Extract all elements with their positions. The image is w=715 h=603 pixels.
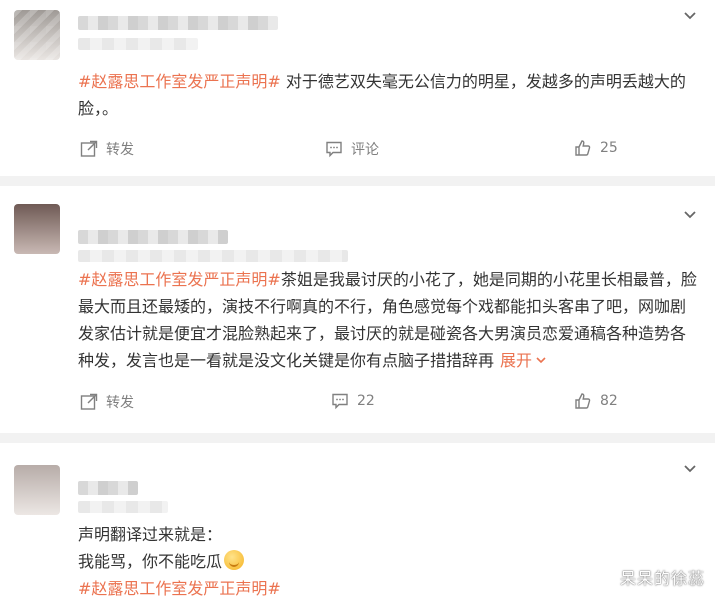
action-bar: 转发 22 82 xyxy=(0,392,715,418)
repost-button[interactable]: 转发 xyxy=(80,392,134,412)
comment-text: #赵露思工作室发严正声明# 对于德艺双失毫无公信力的明星，发越多的声明丢越大的脸… xyxy=(78,68,698,122)
comment-line: 我能骂，你不能吃瓜 xyxy=(78,548,698,575)
comment-count: 22 xyxy=(357,393,375,409)
watermark: 呆呆的徐蕊 xyxy=(619,569,705,588)
chevron-down-icon xyxy=(536,357,546,364)
like-button[interactable]: 25 xyxy=(574,139,618,157)
comment-divider xyxy=(0,176,715,186)
avatar[interactable] xyxy=(14,204,60,254)
yummy-face-emoji-icon xyxy=(224,550,245,570)
comment-button[interactable]: 评论 xyxy=(325,139,379,159)
repost-label: 转发 xyxy=(106,395,134,411)
comment-card-2: #赵露思工作室发严正声明#茶姐是我最讨厌的小花了，她是同期的小花里长相最普，脸最… xyxy=(0,186,715,431)
like-icon xyxy=(575,393,591,409)
topic-link[interactable]: #赵露思工作室发严正声明# xyxy=(78,270,281,289)
comment-text: #赵露思工作室发严正声明#茶姐是我最讨厌的小花了，她是同期的小花里长相最普，脸最… xyxy=(78,266,698,374)
username-redacted[interactable] xyxy=(78,16,278,30)
comment-line-text: 我能骂，你不能吃瓜 xyxy=(78,552,223,571)
avatar[interactable] xyxy=(14,10,60,60)
post-meta-redacted xyxy=(78,38,198,50)
like-count: 25 xyxy=(600,140,618,156)
chevron-down-icon[interactable] xyxy=(681,206,699,224)
like-button[interactable]: 82 xyxy=(574,392,618,410)
chevron-down-icon[interactable] xyxy=(681,7,699,25)
comment-text: 声明翻译过来就是： 我能骂，你不能吃瓜 #赵露思工作室发严正声明# xyxy=(78,521,698,602)
repost-label: 转发 xyxy=(106,142,134,158)
comment-icon xyxy=(326,141,342,158)
expand-label: 展开 xyxy=(500,351,533,370)
comment-divider xyxy=(0,433,715,443)
comment-icon xyxy=(332,393,348,410)
comment-line: 声明翻译过来就是： xyxy=(78,525,223,544)
chevron-down-icon[interactable] xyxy=(681,460,699,478)
comment-card-3: 声明翻译过来就是： 我能骂，你不能吃瓜 #赵露思工作室发严正声明# xyxy=(0,443,715,603)
repost-button[interactable]: 转发 xyxy=(80,139,134,159)
like-count: 82 xyxy=(600,393,618,409)
action-bar: 转发 评论 25 xyxy=(0,139,715,165)
username-redacted[interactable] xyxy=(78,230,228,244)
comment-button[interactable]: 22 xyxy=(331,392,375,410)
username-redacted[interactable] xyxy=(78,481,138,495)
comment-label: 评论 xyxy=(351,142,379,158)
repost-icon xyxy=(80,393,98,410)
avatar[interactable] xyxy=(14,465,60,515)
like-icon xyxy=(575,140,591,156)
topic-link[interactable]: #赵露思工作室发严正声明# xyxy=(78,72,281,91)
post-meta-redacted xyxy=(78,501,168,513)
expand-link[interactable]: 展开 xyxy=(500,351,547,370)
post-meta-redacted xyxy=(78,250,348,262)
repost-icon xyxy=(80,140,98,157)
comment-card-1: #赵露思工作室发严正声明# 对于德艺双失毫无公信力的明星，发越多的声明丢越大的脸… xyxy=(0,0,715,174)
topic-link[interactable]: #赵露思工作室发严正声明# xyxy=(78,575,698,602)
